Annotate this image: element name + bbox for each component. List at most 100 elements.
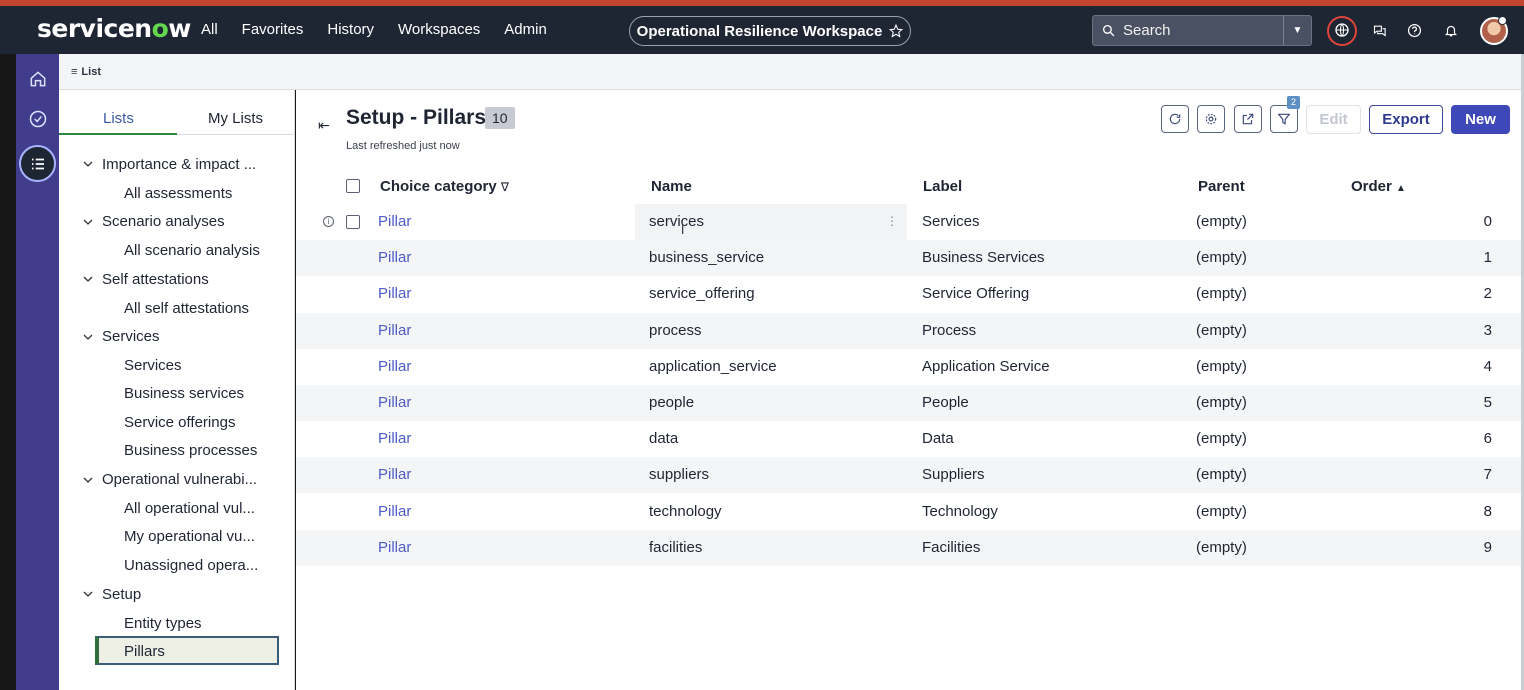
cell-order: 1 xyxy=(1483,249,1492,267)
sidebar-item-all-assessments[interactable]: All assessments xyxy=(124,185,232,202)
cell-name: process xyxy=(649,321,702,339)
list-main: ⇤ Setup - Pillars 10 Last refreshed just… xyxy=(296,90,1521,690)
filter-count-badge: 2 xyxy=(1287,96,1300,109)
filter-button[interactable] xyxy=(1270,105,1298,133)
chat-icon[interactable] xyxy=(1369,20,1389,40)
settings-icon xyxy=(1205,113,1217,125)
cell-choice-category[interactable]: Pillar xyxy=(378,539,411,556)
chevron-down-icon[interactable]: ▼ xyxy=(1283,16,1311,45)
cell-name: services xyxy=(649,213,705,230)
cell-choice-category[interactable]: Pillar xyxy=(378,430,411,447)
table-row[interactable]: Pillar facilities Facilities (empty) 9 xyxy=(296,529,1521,566)
share-button[interactable] xyxy=(1234,105,1262,133)
menu-history[interactable]: History xyxy=(327,21,374,38)
text-cursor-icon: I xyxy=(681,223,685,237)
table-row[interactable]: Pillar data Data (empty) 6 xyxy=(296,421,1521,457)
table-row[interactable]: Pillar technology Technology (empty) 8 xyxy=(296,494,1521,530)
nav-group-services[interactable]: Services xyxy=(102,328,160,345)
menu-admin[interactable]: Admin xyxy=(504,21,547,38)
check-circle-icon[interactable] xyxy=(21,102,55,136)
cell-name: business_service xyxy=(649,249,765,267)
sidebar-selected-highlight xyxy=(95,636,279,665)
refresh-icon xyxy=(1169,113,1181,125)
table-row[interactable]: i Pillar services Services (empty) 0 ⋮ I xyxy=(296,204,1521,240)
sidebar-item-services[interactable]: Services xyxy=(124,357,182,374)
sidebar-item-service-offerings[interactable]: Service offerings xyxy=(124,414,235,431)
search-input[interactable] xyxy=(1123,22,1283,39)
globe-icon[interactable] xyxy=(1332,20,1352,40)
cell-order: 6 xyxy=(1483,430,1492,448)
sidebar-item-business-services[interactable]: Business services xyxy=(124,385,244,402)
star-icon[interactable] xyxy=(889,24,904,38)
menu-favorites[interactable]: Favorites xyxy=(242,21,304,38)
column-header-choice-category[interactable]: Choice category ∇ xyxy=(380,178,509,195)
export-button[interactable]: Export xyxy=(1369,105,1443,134)
new-button[interactable]: New xyxy=(1451,105,1510,134)
cell-order: 8 xyxy=(1483,502,1492,520)
cell-label: Service Offering xyxy=(922,285,1030,303)
chevron-down-icon[interactable] xyxy=(82,158,94,170)
nav-group-operational-vulnerabilities[interactable]: Operational vulnerabi... xyxy=(102,471,257,488)
menu-workspaces[interactable]: Workspaces xyxy=(398,21,480,38)
collapse-sidebar-icon[interactable]: ⇤ xyxy=(318,117,330,134)
column-header-name[interactable]: Name xyxy=(651,178,692,195)
nav-group-scenario-analyses[interactable]: Scenario analyses xyxy=(102,213,225,230)
bell-icon[interactable] xyxy=(1441,20,1461,40)
table-row[interactable]: Pillar application_service Application Ser… xyxy=(296,349,1521,385)
refresh-button[interactable] xyxy=(1161,105,1189,133)
sidebar-item-all-self-attestations[interactable]: All self attestations xyxy=(124,300,249,317)
table-row[interactable]: Pillar people People (empty) 5 xyxy=(296,385,1521,421)
cell-order: 5 xyxy=(1483,394,1492,411)
row-checkbox[interactable] xyxy=(346,215,360,229)
cell-choice-category[interactable]: Pillar xyxy=(378,503,411,520)
chevron-down-icon[interactable] xyxy=(82,474,94,486)
sidebar-item-all-scenario-analysis[interactable]: All scenario analysis xyxy=(124,242,260,259)
cell-choice-category[interactable]: Pillar xyxy=(378,249,411,266)
sidebar-item-my-operational-vu[interactable]: My operational vu... xyxy=(124,528,255,545)
chevron-down-icon[interactable] xyxy=(82,273,94,285)
settings-button[interactable] xyxy=(1197,105,1225,133)
nav-group-setup[interactable]: Setup xyxy=(102,586,141,603)
help-icon[interactable] xyxy=(1404,20,1424,40)
nav-group-importance[interactable]: Importance & impact ... xyxy=(102,156,256,173)
cell-choice-category[interactable]: Pillar xyxy=(378,394,411,411)
cell-choice-category[interactable]: Pillar xyxy=(378,285,411,302)
global-search: ▼ xyxy=(1092,15,1312,46)
select-all-checkbox[interactable] xyxy=(346,179,360,193)
tab-lists[interactable]: Lists xyxy=(103,110,134,127)
breadcrumb-menu-icon[interactable]: ≡ xyxy=(71,66,77,78)
chevron-down-icon[interactable] xyxy=(82,588,94,600)
edit-button[interactable]: Edit xyxy=(1306,105,1361,134)
menu-all[interactable]: All xyxy=(201,21,218,38)
table-row[interactable]: Pillar service_offering Service Offering (e… xyxy=(296,276,1521,312)
cell-label: Business Services xyxy=(922,249,1045,267)
workspace-pill[interactable]: Operational Resilience Workspace xyxy=(629,16,911,46)
column-header-label[interactable]: Label xyxy=(923,178,962,195)
sidebar-item-entity-types[interactable]: Entity types xyxy=(124,615,202,632)
table-row[interactable]: Pillar suppliers Suppliers (empty) 7 xyxy=(296,457,1521,494)
more-options-icon[interactable]: ⋮ xyxy=(886,214,898,228)
sidebar-item-unassigned-opera[interactable]: Unassigned opera... xyxy=(124,557,258,574)
table-row[interactable]: Pillar business_service Business Services (… xyxy=(296,240,1521,277)
column-header-parent[interactable]: Parent xyxy=(1198,178,1245,195)
filter-icon[interactable]: ∇ xyxy=(501,180,509,194)
chevron-down-icon[interactable] xyxy=(82,331,94,343)
home-icon[interactable] xyxy=(21,62,55,96)
column-header-order[interactable]: Order ▲ xyxy=(1351,178,1406,195)
sidebar-item-all-operational-vul[interactable]: All operational vul... xyxy=(124,500,255,517)
info-icon[interactable]: i xyxy=(323,216,334,227)
cell-choice-category[interactable]: Pillar xyxy=(378,466,411,483)
cell-choice-category[interactable]: Pillar xyxy=(378,358,411,375)
nav-group-self-attestations[interactable]: Self attestations xyxy=(102,271,209,288)
cell-choice-category[interactable]: Pillar xyxy=(378,213,411,230)
servicenow-logo[interactable]: servicenow xyxy=(37,14,191,43)
sidebar-item-business-processes[interactable]: Business processes xyxy=(124,442,257,459)
cell-parent: (empty) xyxy=(1196,249,1247,267)
cell-choice-category[interactable]: Pillar xyxy=(378,322,411,339)
table-row[interactable]: Pillar process Process (empty) 3 xyxy=(296,312,1521,349)
list-icon[interactable] xyxy=(19,145,56,182)
cell-order: 4 xyxy=(1483,357,1492,375)
sidebar-item-pillars[interactable]: Pillars xyxy=(124,643,165,660)
chevron-down-icon[interactable] xyxy=(82,216,94,228)
tab-my-lists[interactable]: My Lists xyxy=(208,110,263,127)
